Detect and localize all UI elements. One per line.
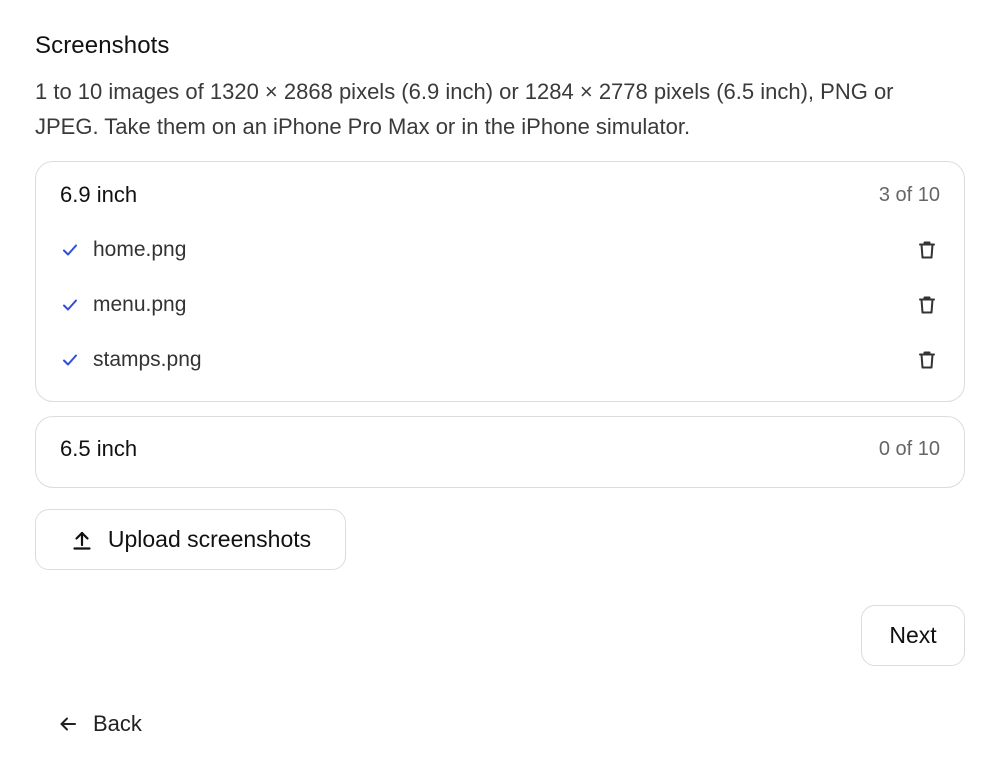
group-name: 6.5 inch	[60, 436, 138, 461]
group-header: 6.5 inch 0 of 10	[60, 436, 940, 462]
next-label: Next	[889, 622, 937, 648]
back-link[interactable]: Back	[57, 711, 142, 737]
group-header: 6.9 inch 3 of 10	[60, 182, 940, 208]
screenshot-group-6-9-inch: 6.9 inch 3 of 10 home.png menu.png stamp…	[35, 161, 965, 402]
file-row: stamps.png	[60, 343, 940, 377]
file-name: home.png	[93, 238, 187, 261]
upload-label: Upload screenshots	[107, 526, 312, 552]
group-count: 3 of 10	[878, 183, 940, 206]
back-label: Back	[93, 711, 142, 736]
section-title: Screenshots	[35, 32, 170, 59]
screenshot-group-6-5-inch[interactable]: 6.5 inch 0 of 10	[35, 416, 965, 488]
check-icon	[60, 350, 80, 370]
check-icon	[60, 295, 80, 315]
trash-icon[interactable]	[914, 347, 940, 373]
check-icon	[60, 240, 80, 260]
file-row: menu.png	[60, 288, 940, 322]
section-description: 1 to 10 images of 1320 × 2868 pixels (6.…	[35, 79, 894, 139]
trash-icon[interactable]	[914, 237, 940, 263]
trash-icon[interactable]	[914, 292, 940, 318]
group-name: 6.9 inch	[60, 182, 138, 207]
group-count: 0 of 10	[878, 437, 940, 460]
file-name: stamps.png	[93, 348, 202, 371]
arrow-left-icon	[57, 713, 79, 735]
file-name: menu.png	[93, 293, 187, 316]
upload-icon	[70, 528, 94, 552]
upload-screenshots-button[interactable]: Upload screenshots	[35, 509, 346, 570]
file-row: home.png	[60, 233, 940, 267]
next-button[interactable]: Next	[861, 605, 965, 666]
